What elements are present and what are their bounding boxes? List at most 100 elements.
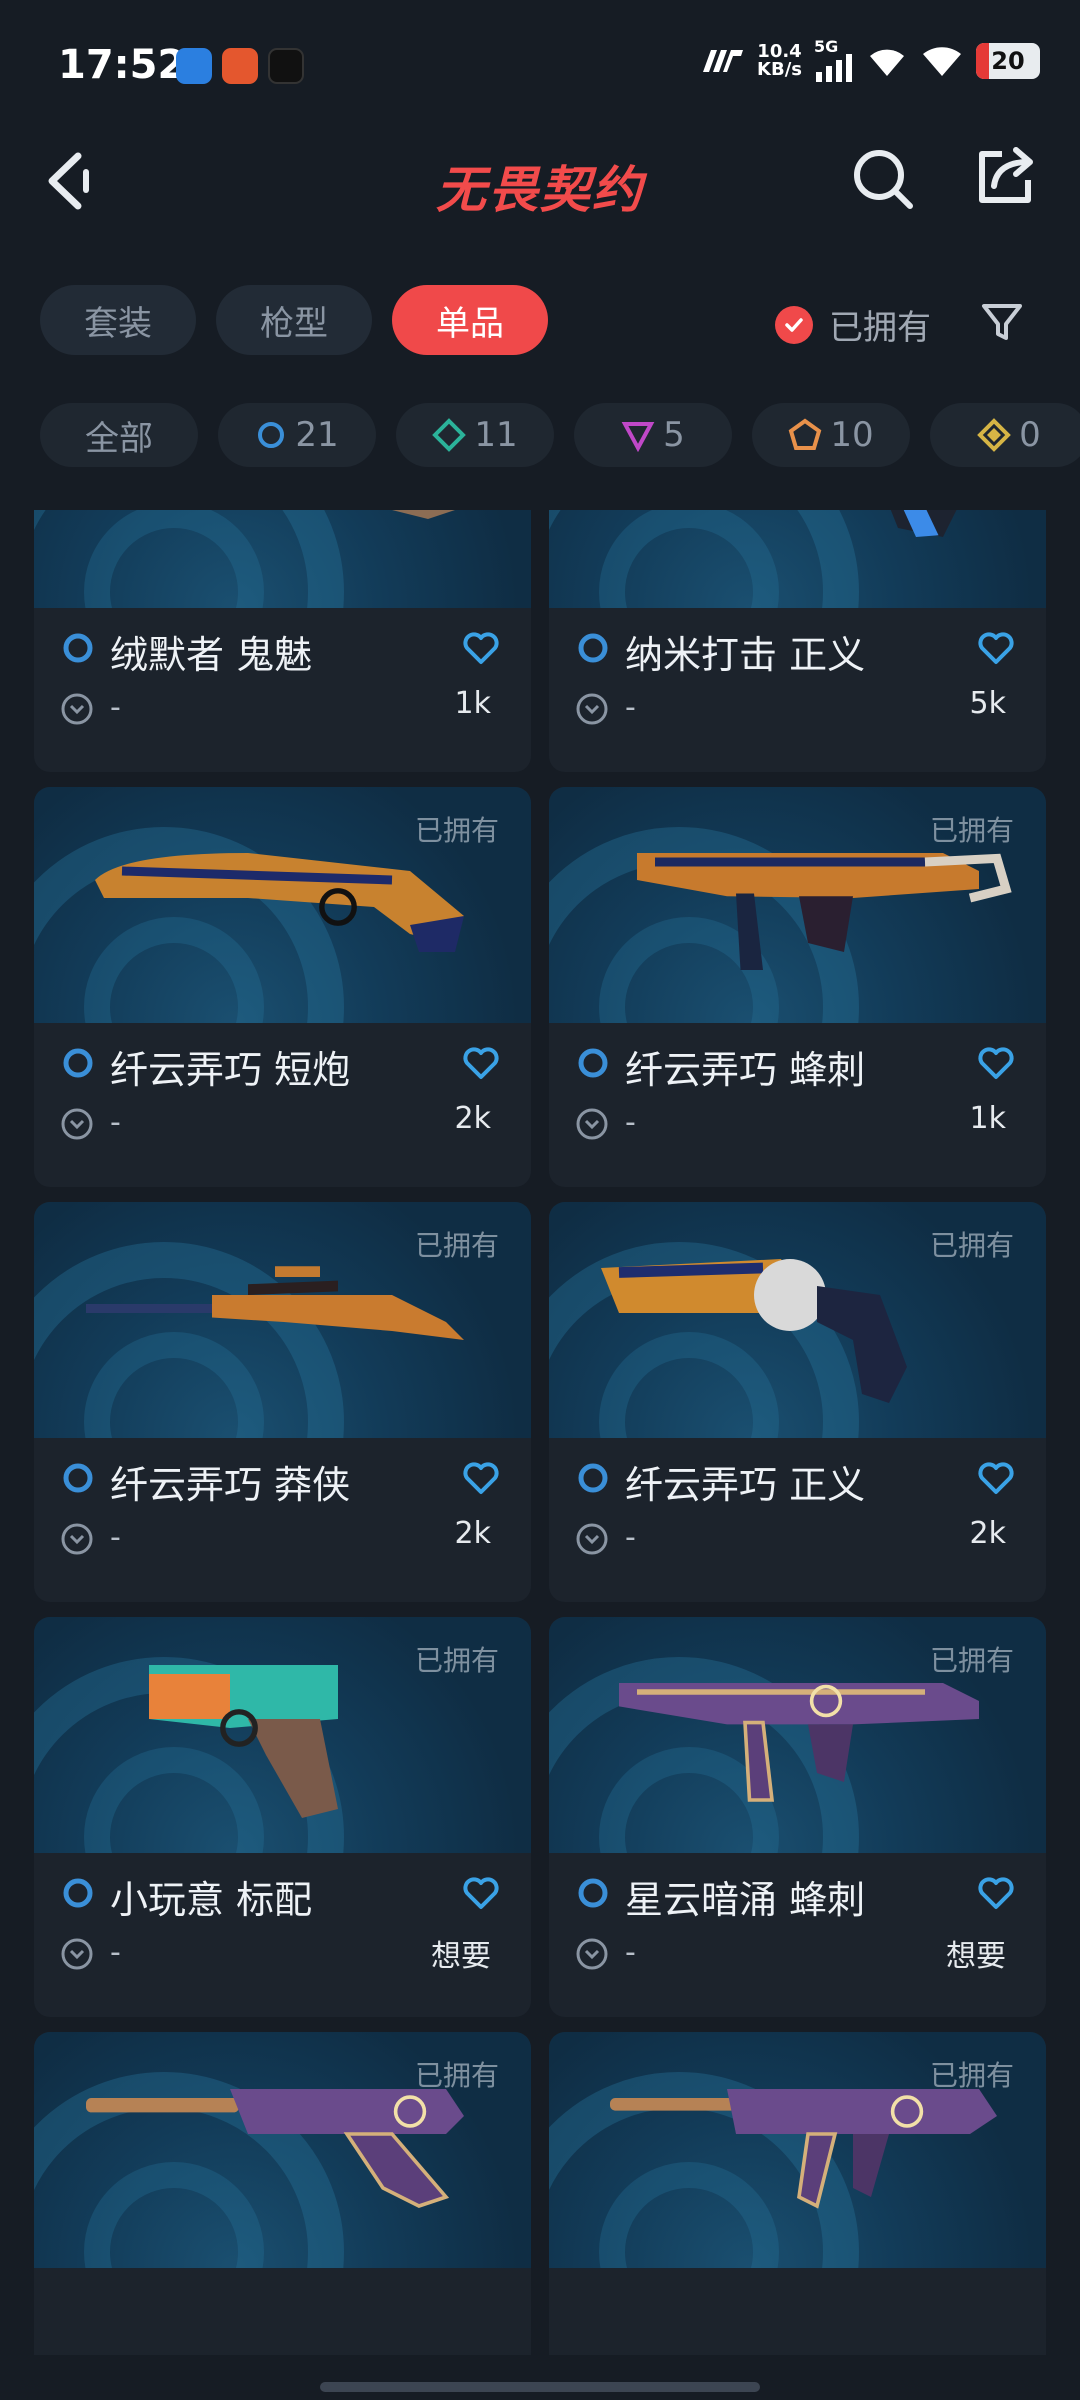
checkmark-icon (775, 305, 813, 344)
tab-single-item[interactable]: 单品 (392, 285, 548, 355)
item-image: 已拥有 (549, 1617, 1046, 1853)
item-wishlist-count: 想要 (431, 1939, 491, 1974)
item-name: 小玩意 标配 (110, 1878, 313, 1922)
item-card[interactable]: 已拥有 (549, 2032, 1046, 2355)
chevron-down-icon[interactable] (60, 692, 94, 726)
item-image: 已拥有 (549, 2032, 1046, 2268)
item-card[interactable]: 已拥有 星云暗涌 蜂刺 - 想要 (549, 1617, 1046, 2017)
weapon-skin-image (392, 510, 455, 519)
item-grid: 已拥有 绒默者 鬼魅 - 1k 已拥有 纳米打击 正义 - 5k 已拥有 (34, 510, 1046, 2355)
heart-icon[interactable] (461, 630, 501, 666)
rarity-chip-premium[interactable]: 5 (574, 403, 732, 467)
chevron-down-icon[interactable] (575, 1107, 609, 1141)
app-notification-icon (222, 48, 258, 84)
share-icon[interactable] (972, 144, 1038, 210)
rarity-circle-icon (578, 1878, 608, 1908)
item-name: 纤云弄巧 莽侠 (110, 1463, 351, 1507)
rarity-circle-icon (63, 1878, 93, 1908)
rarity-chip-count: 0 (1019, 415, 1041, 455)
chevron-down-icon[interactable] (60, 1522, 94, 1556)
chevron-down-icon[interactable] (575, 1937, 609, 1971)
diamond-icon (432, 418, 467, 452)
item-card[interactable]: 已拥有 绒默者 鬼魅 - 1k (34, 510, 531, 772)
item-name: 绒默者 鬼魅 (110, 633, 313, 677)
page-title: 无畏契约 (436, 161, 644, 219)
item-wishlist-count: 5k (969, 686, 1006, 721)
pentagon-icon (789, 418, 822, 450)
item-price: - (625, 1105, 636, 1140)
item-image: 已拥有 (34, 2032, 531, 2268)
wifi-icon (923, 47, 961, 76)
chevron-down-icon[interactable] (60, 1107, 94, 1141)
owned-filter-toggle[interactable]: 已拥有 (775, 300, 931, 349)
cell-signal: 5G (814, 37, 854, 82)
owned-badge: 已拥有 (414, 814, 499, 847)
weapon-skin-image (890, 510, 957, 537)
heart-icon[interactable] (461, 1875, 501, 1911)
owned-badge: 已拥有 (414, 1229, 499, 1262)
tab-gun-type[interactable]: 枪型 (216, 285, 372, 355)
owned-badge: 已拥有 (929, 1229, 1014, 1262)
tiktok-icon (268, 48, 304, 84)
search-icon[interactable] (850, 146, 916, 212)
home-indicator[interactable] (320, 2382, 760, 2392)
status-bar: 17:52 10.4 KB/s 5G 20 (0, 0, 1080, 130)
item-name: 星云暗涌 蜂刺 (625, 1878, 866, 1922)
chevron-down-icon[interactable] (60, 1937, 94, 1971)
rarity-circle-icon (63, 1463, 93, 1493)
rarity-chip-count: 21 (295, 415, 339, 455)
rarity-chip-ultra[interactable]: 0 (930, 403, 1080, 467)
item-price: - (625, 690, 636, 725)
heart-icon[interactable] (461, 1045, 501, 1081)
status-time: 17:52 (58, 42, 186, 88)
item-image: 已拥有 (549, 510, 1046, 608)
battery-level: 20 (991, 47, 1025, 75)
item-image: 已拥有 (34, 1617, 531, 1853)
rarity-chip-count: 5 (663, 415, 685, 455)
item-name: 纳米打击 正义 (625, 633, 866, 677)
item-image: 已拥有 (549, 1202, 1046, 1438)
rarity-chip-deluxe[interactable]: 11 (396, 403, 554, 467)
owned-badge: 已拥有 (929, 814, 1014, 847)
item-image: 已拥有 (34, 510, 531, 608)
chevron-down-icon[interactable] (575, 1522, 609, 1556)
title-bar: 无畏契约 (0, 130, 1080, 230)
tab-sets[interactable]: 套装 (40, 285, 196, 355)
heart-icon[interactable] (976, 1045, 1016, 1081)
owned-badge: 已拥有 (414, 1644, 499, 1677)
battery-fill (976, 43, 989, 79)
rarity-chip-all[interactable]: 全部 (40, 403, 198, 467)
item-card[interactable]: 已拥有 纤云弄巧 莽侠 - 2k (34, 1202, 531, 1602)
network-type: 5G (814, 37, 839, 56)
item-card[interactable]: 已拥有 (34, 2032, 531, 2355)
chevron-down-icon[interactable] (575, 692, 609, 726)
item-card[interactable]: 已拥有 纤云弄巧 蜂刺 - 1k (549, 787, 1046, 1187)
category-tabs: 套装 枪型 单品 (40, 285, 548, 355)
item-card[interactable]: 已拥有 纳米打击 正义 - 5k (549, 510, 1046, 772)
item-image: 已拥有 (34, 787, 531, 1023)
item-wishlist-count: 1k (969, 1101, 1006, 1136)
filter-icon[interactable] (978, 298, 1026, 346)
rarity-chip-select[interactable]: 21 (218, 403, 376, 467)
rarity-chip-exclusive[interactable]: 10 (752, 403, 910, 467)
speed-unit: KB/s (757, 59, 802, 80)
item-card[interactable]: 已拥有 纤云弄巧 正义 - 2k (549, 1202, 1046, 1602)
item-wishlist-count: 想要 (946, 1939, 1006, 1974)
item-card[interactable]: 已拥有 小玩意 标配 - 想要 (34, 1617, 531, 2017)
item-name: 纤云弄巧 短炮 (110, 1048, 351, 1092)
app-notification-icon (176, 48, 212, 84)
rarity-filter-row: 全部 21 11 5 10 0 (40, 403, 1080, 467)
status-app-icons (176, 48, 304, 84)
owned-badge: 已拥有 (414, 2059, 499, 2092)
heart-icon[interactable] (461, 1460, 501, 1496)
item-wishlist-count: 1k (454, 686, 491, 721)
heart-icon[interactable] (976, 1875, 1016, 1911)
item-name: 纤云弄巧 正义 (625, 1463, 866, 1507)
item-card[interactable]: 已拥有 纤云弄巧 短炮 - 2k (34, 787, 531, 1187)
heart-icon[interactable] (976, 630, 1016, 666)
rarity-chip-label: 全部 (85, 418, 153, 459)
item-image: 已拥有 (549, 787, 1046, 1023)
item-wishlist-count: 2k (454, 1101, 491, 1136)
rarity-circle-icon (578, 633, 608, 663)
heart-icon[interactable] (976, 1460, 1016, 1496)
